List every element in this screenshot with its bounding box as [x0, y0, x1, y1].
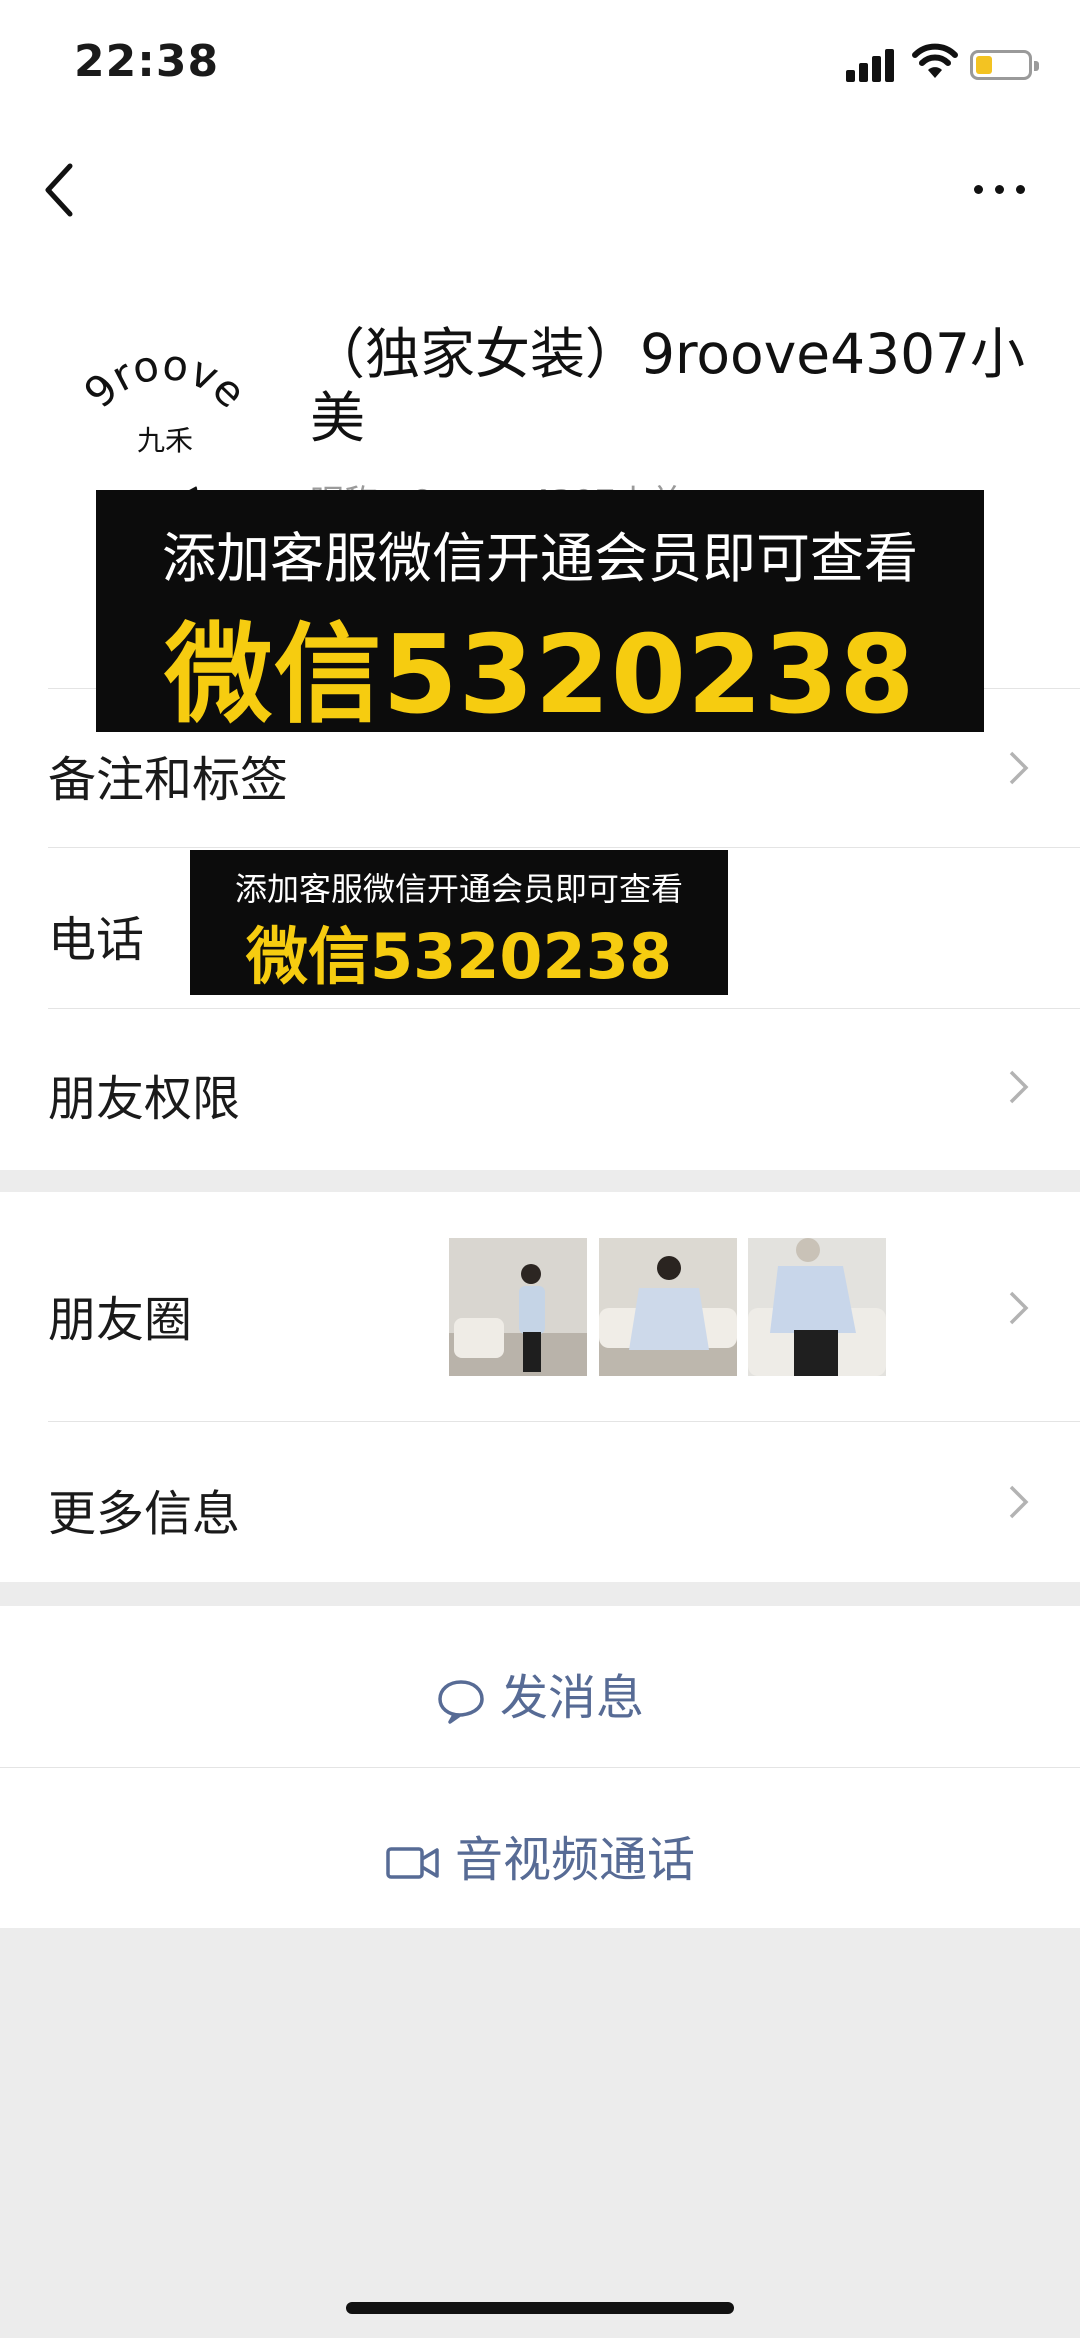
- moments-photo: [748, 1238, 886, 1376]
- video-call-button[interactable]: 音视频通话: [0, 1768, 1080, 1928]
- promo-banner-wechat-id: 微信5320238: [164, 613, 916, 738]
- chevron-right-icon: [1009, 751, 1029, 785]
- wifi-icon: [912, 43, 958, 78]
- promo-banner-small-text: 添加客服微信开通会员即可查看: [234, 870, 683, 908]
- back-button[interactable]: [40, 160, 80, 220]
- video-camera-icon: [386, 1847, 439, 1879]
- avatar-brand-middle: 九禾: [137, 424, 193, 457]
- moments-photo: [599, 1238, 737, 1376]
- send-message-button[interactable]: 发消息: [0, 1606, 1080, 1767]
- display-name: （独家女装）9roove4307小美: [310, 322, 1026, 450]
- promo-banner-text: 添加客服微信开通会员即可查看: [162, 527, 918, 590]
- status-time: 22:38: [74, 36, 220, 87]
- phone-label: 电话: [48, 912, 145, 968]
- battery-icon: [970, 50, 1039, 80]
- promo-banner-small-wechat-id: 微信5320238: [246, 920, 672, 993]
- more-info-label: 更多信息: [48, 1486, 241, 1542]
- permissions-row[interactable]: 朋友权限: [0, 1009, 1080, 1169]
- promo-banner-small: 添加客服微信开通会员即可查看 微信5320238: [190, 850, 728, 995]
- home-indicator[interactable]: [346, 2302, 734, 2314]
- chevron-right-icon: [1009, 1291, 1029, 1325]
- video-call-label: 音视频通话: [454, 1832, 695, 1888]
- remarks-label: 备注和标签: [48, 752, 289, 808]
- promo-banner: 添加客服微信开通会员即可查看 微信5320238: [96, 490, 984, 738]
- signal-icon: [846, 48, 894, 82]
- moments-label: 朋友圈: [48, 1292, 193, 1348]
- moments-photo: [449, 1238, 587, 1376]
- chevron-right-icon: [1009, 1070, 1029, 1104]
- more-options-button[interactable]: [970, 170, 1030, 210]
- avatar-brand-top: 9roove: [75, 350, 256, 417]
- chevron-right-icon: [1009, 1485, 1029, 1519]
- permissions-label: 朋友权限: [48, 1071, 241, 1127]
- chat-bubble-icon: [438, 1680, 484, 1724]
- more-info-row[interactable]: 更多信息: [0, 1422, 1080, 1582]
- send-message-label: 发消息: [499, 1670, 644, 1726]
